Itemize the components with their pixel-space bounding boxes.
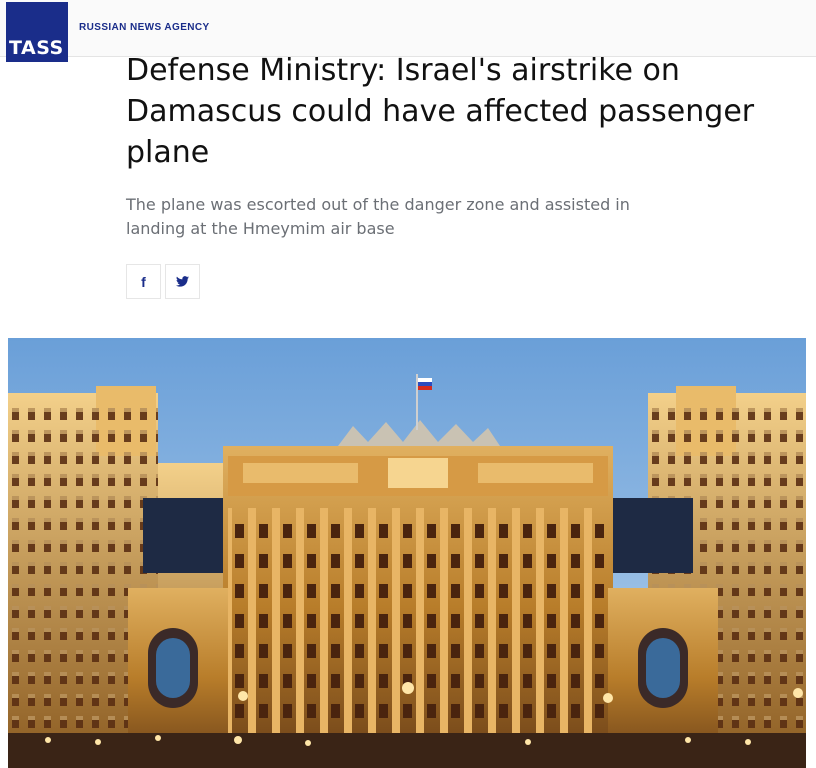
twitter-icon [176, 274, 189, 290]
article-subtitle: The plane was escorted out of the danger… [126, 195, 630, 238]
article-photo [8, 338, 806, 768]
facebook-icon: f [141, 273, 146, 290]
ministry-building-image [8, 338, 806, 768]
logo-text: TASS [9, 37, 64, 59]
top-bar: TASS RUSSIAN NEWS AGENCY [0, 0, 816, 62]
agency-label: RUSSIAN NEWS AGENCY [79, 22, 210, 33]
facebook-share-button[interactable]: f [126, 264, 161, 299]
twitter-share-button[interactable] [165, 264, 200, 299]
tass-logo[interactable]: TASS [6, 2, 68, 62]
article-headline: Defense Ministry: Israel's airstrike on … [126, 53, 755, 170]
